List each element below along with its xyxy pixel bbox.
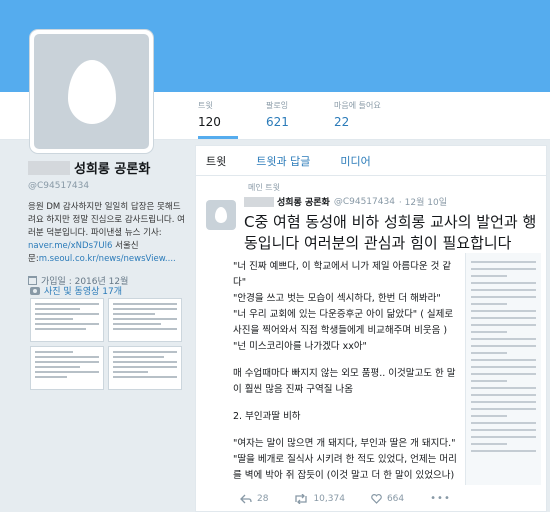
image-text-line: 매 수업때마다 빠지지 않는 외모 품평.. 이것말고도 한 말이 훨씬 많음 … xyxy=(233,368,456,395)
active-stat-indicator xyxy=(198,136,238,139)
retweet-count: 10,374 xyxy=(313,493,345,504)
media-thumbnail[interactable] xyxy=(108,346,182,390)
image-text-line: 2. 부인과딸 비하 xyxy=(233,411,301,422)
tab-media[interactable]: 미디어 xyxy=(340,153,370,169)
media-heading[interactable]: 사진 및 동영상 17개 xyxy=(30,284,122,297)
timeline-tabs: 트윗 트윗과 답글 미디어 xyxy=(196,146,546,176)
more-icon: ••• xyxy=(430,493,451,504)
stat-label: 팔로잉 xyxy=(266,101,289,110)
reply-icon xyxy=(240,494,252,503)
image-text-line: "여자는 말이 많으면 개 돼지다, 부인과 딸은 개 돼지다." xyxy=(233,438,456,449)
bio-link-naver[interactable]: naver.me/xNDs7Ul6 xyxy=(28,241,112,251)
reply-count: 28 xyxy=(257,493,269,504)
redacted-name xyxy=(244,196,274,207)
reply-button[interactable]: 28 xyxy=(240,494,268,504)
like-button[interactable]: 664 xyxy=(371,494,404,504)
media-thumbnails xyxy=(30,298,182,390)
bio-text: 응원 DM 감사하지만 일일히 답장은 못해드려요 하지만 정말 진심으로 감사… xyxy=(28,202,185,238)
tweet-image[interactable]: "너 진짜 예쁘다, 이 학교에서 니가 제일 아름다운 것 같다" "안경을 … xyxy=(225,253,541,485)
pinned-label: 메인 트윗 xyxy=(248,183,280,192)
avatar-placeholder xyxy=(34,34,149,149)
profile-name-row: 성희롱 공론화 xyxy=(28,158,188,177)
stat-value: 120 xyxy=(198,115,221,129)
tweet-header: 성희롱 공론화 @C94517434 · 12월 10일 xyxy=(244,195,536,208)
profile-stats: 트윗 120 팔로잉 621 마음에 들어요 22 xyxy=(198,100,402,129)
egg-icon xyxy=(215,207,227,223)
like-count: 664 xyxy=(386,493,405,504)
image-text-line: "너 우리 교회에 있는 다운증후군 아이 닮았다" ( 실제로 사진을 찍어와… xyxy=(233,309,454,336)
image-text-line: "딸을 베개로 질식사 시키려 한 적도 있었다, 언제는 머리를 벽에 박아 … xyxy=(233,454,457,481)
tweet-text: C중 여혐 동성애 비하 성희롱 교사의 발언과 행동입니다 여러분의 관심과 … xyxy=(244,213,537,252)
tab-tweets[interactable]: 트윗 xyxy=(206,153,226,169)
tweet-avatar[interactable] xyxy=(206,200,236,230)
image-text-line: "너 진짜 예쁘다, 이 학교에서 니가 제일 아름다운 것 같다" xyxy=(233,261,452,288)
stat-label: 마음에 들어요 xyxy=(334,101,381,110)
camera-icon xyxy=(30,286,40,295)
tweet-actions: 28 10,374 664 ••• xyxy=(240,493,477,504)
more-button[interactable]: ••• xyxy=(430,493,451,504)
stat-tweets[interactable]: 트윗 120 xyxy=(198,100,248,129)
pinned-tweet[interactable]: 메인 트윗 성희롱 공론화 @C94517434 · 12월 10일 C중 여혐… xyxy=(196,176,546,254)
image-text-block: "너 진짜 예쁘다, 이 학교에서 니가 제일 아름다운 것 같다" "안경을 … xyxy=(233,259,461,484)
tweet-author-handle[interactable]: @C94517434 xyxy=(334,197,395,207)
retweet-icon xyxy=(295,493,308,504)
media-thumbnail[interactable] xyxy=(30,298,104,342)
image-text-line: "안경을 쓰고 벗는 모습이 섹시하다, 한번 더 해봐라" xyxy=(233,293,441,304)
redacted-name xyxy=(28,160,70,175)
heart-icon xyxy=(371,493,382,504)
profile-avatar[interactable] xyxy=(30,30,153,153)
image-text-line: "넌 미스코리아를 나가겠다 xx아" xyxy=(233,341,367,352)
retweet-button[interactable]: 10,374 xyxy=(294,493,345,504)
bio-link-seoul[interactable]: m.seoul.co.kr/news/newsView.... xyxy=(39,254,176,264)
media-thumbnail[interactable] xyxy=(30,346,104,390)
stat-label: 트윗 xyxy=(198,101,213,110)
media-heading-text: 사진 및 동영상 17개 xyxy=(44,287,122,297)
profile-card: 성희롱 공론화 @C94517434 응원 DM 감사하지만 일일히 답장은 못… xyxy=(28,158,188,287)
profile-name[interactable]: 성희롱 공론화 xyxy=(74,158,150,177)
tweet-date[interactable]: · 12월 10일 xyxy=(399,195,447,208)
stat-likes[interactable]: 마음에 들어요 22 xyxy=(334,100,384,129)
image-thumbnail-right[interactable] xyxy=(465,253,541,485)
profile-bio: 응원 DM 감사하지만 일일히 답장은 못해드려요 하지만 정말 진심으로 감사… xyxy=(28,201,188,266)
media-thumbnail[interactable] xyxy=(108,298,182,342)
tab-tweets-replies[interactable]: 트윗과 답글 xyxy=(256,153,310,169)
profile-handle[interactable]: @C94517434 xyxy=(28,181,188,191)
stat-value: 22 xyxy=(334,115,350,129)
stat-value: 621 xyxy=(266,115,289,129)
tweet-author-name[interactable]: 성희롱 공론화 xyxy=(277,195,330,208)
stat-following[interactable]: 팔로잉 621 xyxy=(266,100,316,129)
egg-icon xyxy=(67,59,116,124)
